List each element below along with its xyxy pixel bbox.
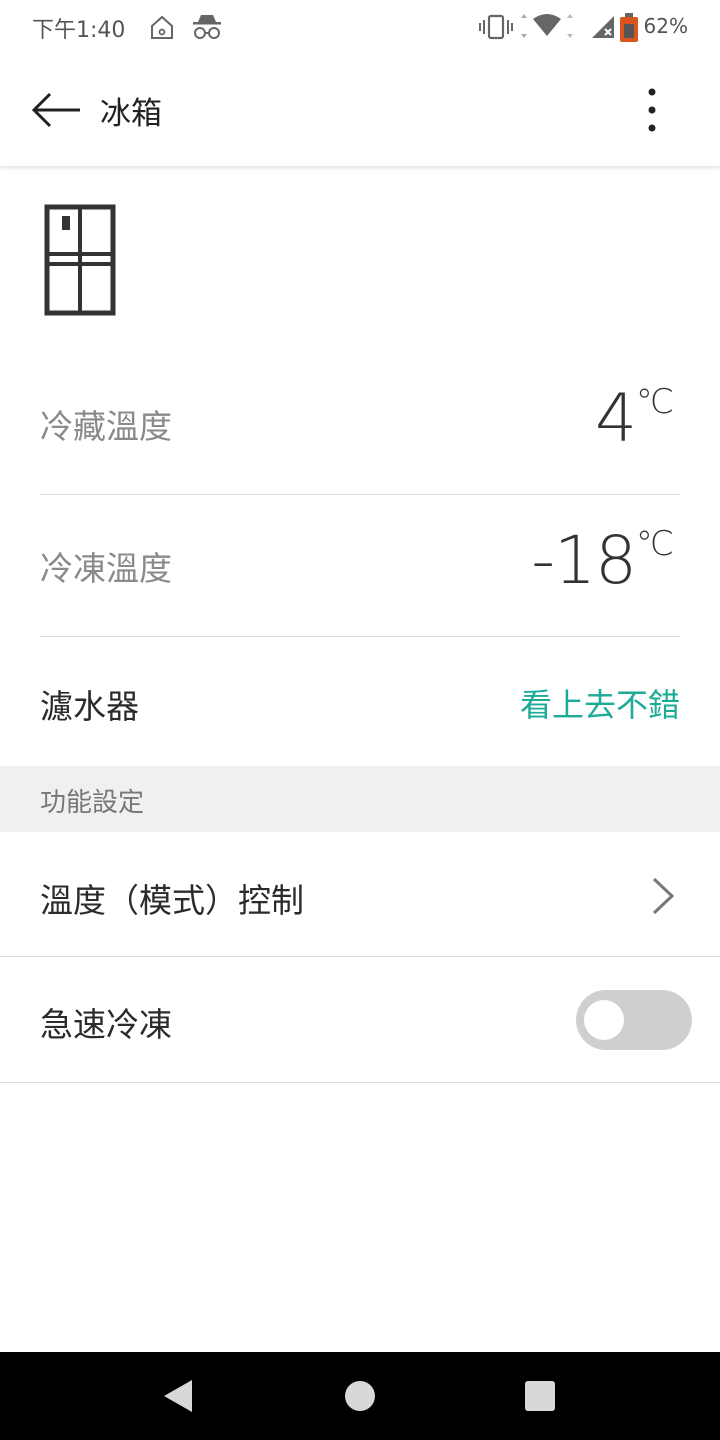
temperature-unit: ℃ [635, 382, 674, 422]
page-title: 冰箱 [100, 96, 162, 132]
navigation-bar [0, 1352, 720, 1440]
divider [0, 1082, 720, 1083]
freezer-temperature-value: -18 ℃ [531, 522, 674, 599]
more-vertical-icon [648, 88, 656, 132]
divider [40, 636, 680, 637]
signal-icon [590, 12, 616, 46]
arrow-left-icon [31, 92, 80, 128]
fridge-temperature-label: 冷藏溫度 [40, 407, 172, 446]
app-bar: 冰箱 [0, 56, 720, 166]
back-button[interactable] [26, 84, 86, 136]
quick-freeze-label: 急速冷凍 [40, 1005, 172, 1044]
chevron-right-icon [650, 876, 676, 920]
home-icon [148, 12, 176, 46]
back-triangle-icon [164, 1380, 192, 1412]
battery-percentage: 62% [643, 14, 688, 38]
nav-home-button[interactable] [342, 1376, 378, 1420]
water-filter-status: 看上去不錯 [519, 686, 680, 724]
water-filter-label: 濾水器 [40, 687, 139, 726]
section-header: 功能設定 [0, 766, 720, 832]
more-options-button[interactable] [632, 84, 672, 140]
quick-freeze-toggle[interactable] [576, 990, 692, 1050]
divider [40, 494, 680, 495]
fridge-temperature-value: 4 ℃ [595, 380, 674, 457]
divider [0, 956, 720, 957]
toggle-knob [584, 1000, 624, 1040]
recents-square-icon [525, 1381, 555, 1411]
freezer-temperature-number: -18 [531, 522, 637, 599]
freezer-temperature-label: 冷凍溫度 [40, 549, 172, 588]
home-circle-icon [345, 1381, 375, 1411]
incognito-icon [190, 12, 224, 46]
status-bar: 下午1:40 62% [0, 0, 720, 56]
section-title: 功能設定 [40, 788, 145, 818]
nav-recents-button[interactable] [522, 1376, 558, 1420]
temperature-unit: ℃ [635, 524, 674, 564]
mode-control-row[interactable]: 溫度（模式）控制 [0, 832, 720, 956]
vibrate-icon [478, 12, 514, 46]
nav-back-button[interactable] [160, 1376, 196, 1420]
status-time: 下午1:40 [32, 18, 126, 43]
wifi-icon [516, 12, 578, 46]
fridge-icon [44, 204, 116, 320]
mode-control-label: 溫度（模式）控制 [40, 881, 304, 920]
battery-icon [618, 12, 640, 48]
fridge-temperature-number: 4 [595, 380, 637, 457]
